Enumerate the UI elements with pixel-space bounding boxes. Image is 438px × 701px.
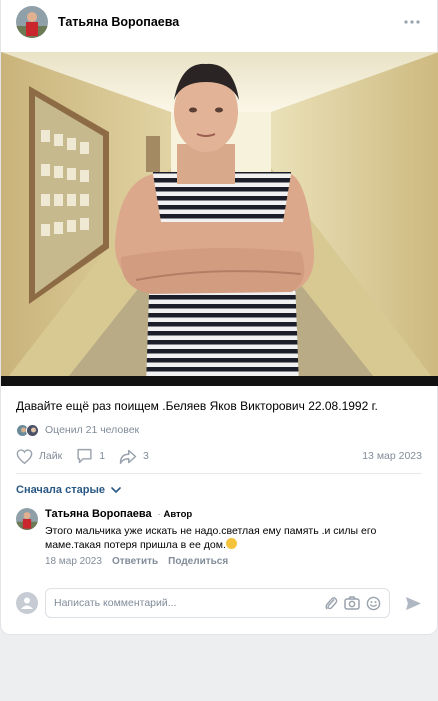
chevron-down-icon	[111, 487, 121, 493]
comment-date[interactable]: 18 мар 2023	[45, 556, 102, 567]
comments-sort-toggle[interactable]: Сначала старые	[16, 484, 121, 496]
grin-emoji-icon	[225, 538, 237, 549]
post-text: Давайте ещё раз поищем .Беляев Яков Викт…	[16, 399, 378, 413]
share-button[interactable]: 3	[119, 449, 149, 464]
comment-author-name[interactable]: Татьяна Воропаева	[45, 508, 152, 520]
author-badge: · Автор	[158, 509, 193, 520]
comment-header: Татьяна Воропаева · Автор	[45, 508, 422, 520]
like-button[interactable]: Лайк	[16, 448, 63, 464]
comment-item: Татьяна Воропаева · Автор Этого мальчика…	[16, 508, 422, 567]
comment-button[interactable]: 1	[76, 448, 105, 464]
share-icon	[119, 449, 137, 464]
share-comment-link[interactable]: Поделиться	[168, 556, 228, 567]
post-header: Татьяна Воропаева	[16, 6, 422, 38]
rater-avatar	[26, 423, 39, 437]
smile-icon[interactable]	[366, 596, 381, 611]
post-card: Татьяна Воропаева Давайте ещё раз поищем…	[0, 0, 438, 635]
like-label: Лайк	[39, 450, 63, 462]
comment-input-placeholder: Написать комментарий...	[54, 597, 177, 609]
attach-icon[interactable]	[324, 596, 338, 611]
rated-avatars	[16, 423, 39, 437]
more-options-icon[interactable]	[402, 12, 422, 32]
post-photo[interactable]	[1, 52, 438, 386]
comment-icon	[77, 448, 92, 464]
comment-compose: Написать комментарий...	[16, 588, 422, 618]
comment-author-avatar[interactable]	[16, 508, 38, 530]
camera-icon[interactable]	[344, 596, 360, 610]
author-avatar[interactable]	[16, 6, 48, 38]
send-icon[interactable]	[405, 596, 422, 611]
reply-link[interactable]: Ответить	[112, 556, 158, 567]
author-badge-dot: ·	[157, 509, 161, 520]
post-author-name[interactable]: Татьяна Воропаева	[58, 15, 179, 29]
user-avatar-placeholder	[16, 592, 38, 614]
share-count: 3	[143, 450, 149, 462]
sort-label: Сначала старые	[16, 484, 105, 496]
comment-text: Этого мальчика уже искать не надо.светла…	[45, 525, 377, 551]
post-actions: Лайк 1 3 13 мар 2023	[16, 446, 422, 466]
input-icons	[318, 596, 381, 611]
rated-row[interactable]: Оценил 21 человек	[16, 422, 139, 438]
comment-input[interactable]: Написать комментарий...	[45, 588, 390, 618]
post-date[interactable]: 13 мар 2023	[362, 450, 422, 462]
comment-count: 1	[99, 450, 106, 462]
user-icon	[21, 597, 33, 609]
comment-text-block: Этого мальчика уже искать не надо.светла…	[45, 524, 400, 552]
comment-body: Татьяна Воропаева · Автор Этого мальчика…	[45, 508, 422, 567]
author-badge-label: Автор	[163, 509, 193, 520]
heart-icon	[16, 448, 33, 464]
rated-count-text[interactable]: Оценил 21 человек	[45, 424, 139, 436]
divider	[16, 473, 422, 474]
comment-meta: 18 мар 2023 Ответить Поделиться	[45, 556, 422, 567]
